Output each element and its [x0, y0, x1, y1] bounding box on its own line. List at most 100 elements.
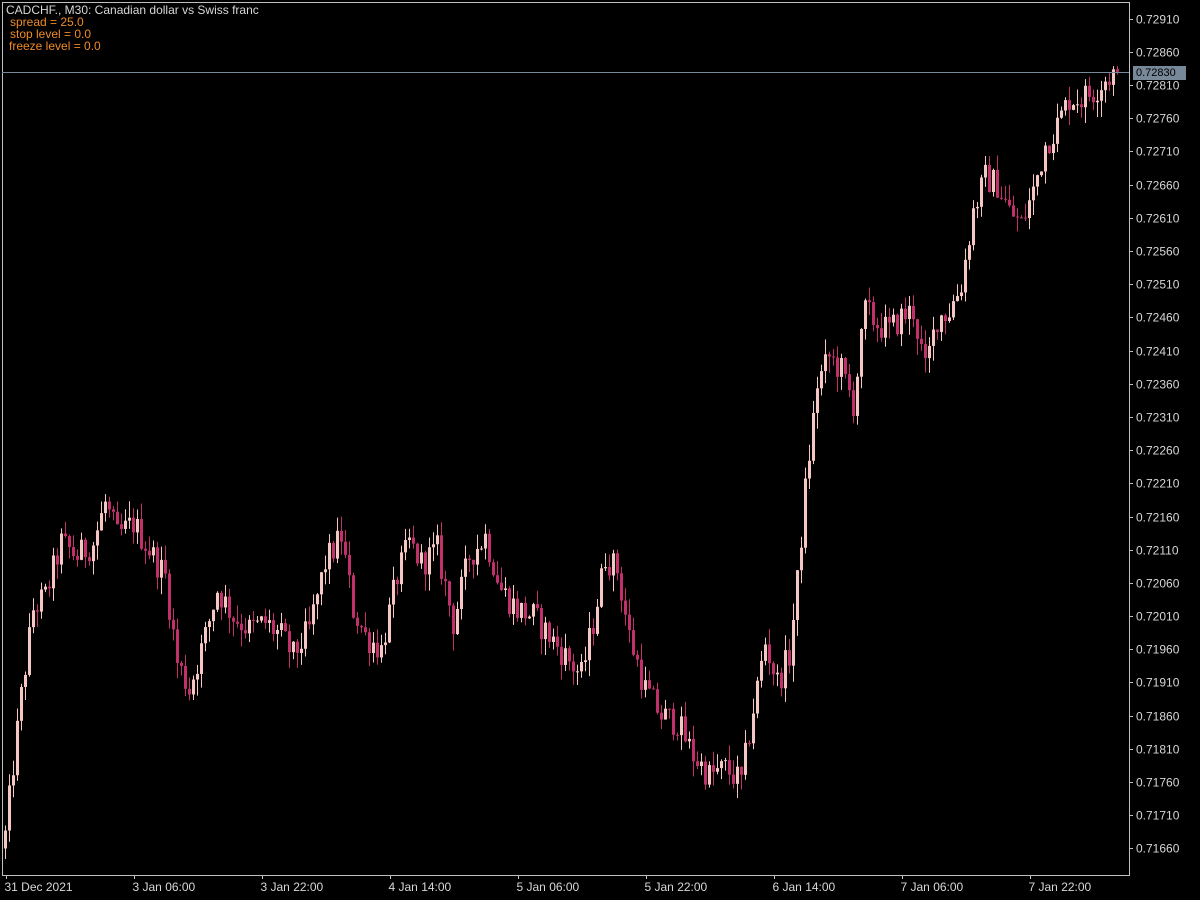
- candle-body: [320, 572, 323, 595]
- candle-body: [536, 604, 539, 609]
- candle-body: [1108, 81, 1111, 85]
- candle-body: [884, 316, 887, 338]
- price-chart[interactable]: 0.72910 0.72860 0.72810 0.72760 0.72710 0.726…: [0, 0, 1200, 900]
- candle-body: [200, 643, 203, 674]
- candle-body: [68, 536, 71, 548]
- candle-body: [772, 663, 775, 675]
- candle-body: [512, 598, 515, 615]
- candle-body: [824, 354, 827, 372]
- y-tick-label: 0.72160: [1136, 511, 1180, 525]
- candle-body: [788, 650, 791, 666]
- candle-body: [180, 662, 183, 666]
- candle-body: [392, 579, 395, 605]
- candle-body: [84, 539, 87, 558]
- candle-body: [636, 654, 639, 660]
- candle-body: [56, 555, 59, 565]
- candle-body: [1080, 104, 1083, 108]
- candle-body: [148, 550, 151, 556]
- candle-body: [44, 586, 47, 590]
- candle-body: [724, 760, 727, 762]
- candle-body: [740, 766, 743, 775]
- candle-body: [796, 570, 799, 620]
- chart-window[interactable]: 0.72910 0.72860 0.72810 0.72760 0.72710 0.726…: [0, 0, 1200, 900]
- candle-body: [900, 308, 903, 335]
- candle-body: [1044, 145, 1047, 172]
- candle-body: [260, 616, 263, 621]
- candle-body: [844, 358, 847, 375]
- candle-body: [208, 621, 211, 628]
- candle-body: [156, 547, 159, 578]
- candle-body: [436, 535, 439, 545]
- candle-body: [980, 177, 983, 207]
- y-tick-label: 0.71960: [1136, 643, 1180, 657]
- candle-body: [720, 761, 723, 769]
- y-tick-label: 0.72310: [1136, 411, 1180, 425]
- freeze-level-info: freeze level = 0.0: [9, 39, 101, 53]
- candle-body: [328, 542, 331, 570]
- candle-body: [760, 660, 763, 681]
- candle-body: [560, 646, 563, 665]
- candle-body: [736, 766, 739, 784]
- candle-body: [40, 589, 43, 612]
- candle-body: [196, 673, 199, 680]
- y-tick-label: 0.71710: [1136, 809, 1180, 823]
- candle-body: [372, 642, 375, 654]
- candle-body: [640, 659, 643, 690]
- candle-body: [668, 708, 671, 710]
- candle-body: [24, 674, 27, 687]
- candle-body: [428, 547, 431, 575]
- candle-body: [584, 660, 587, 663]
- current-price-label: 0.72830: [1133, 65, 1186, 80]
- candle-body: [932, 329, 935, 346]
- candle-body: [944, 315, 947, 321]
- candle-body: [36, 610, 39, 612]
- candle-body: [916, 319, 919, 339]
- candle-body: [524, 602, 527, 619]
- candle-body: [96, 530, 99, 546]
- candle-body: [368, 632, 371, 654]
- candle-body: [248, 619, 251, 634]
- y-tick-label: 0.72360: [1136, 378, 1180, 392]
- candle-body: [748, 742, 751, 744]
- candle-body: [648, 680, 651, 689]
- candle-body: [672, 708, 675, 735]
- candle-body: [968, 245, 971, 260]
- y-tick-label: 0.72860: [1136, 46, 1180, 60]
- candle-body: [764, 644, 767, 661]
- candle-body: [440, 535, 443, 579]
- candle-body: [380, 645, 383, 658]
- candle-body: [988, 164, 991, 192]
- candle-body: [996, 169, 999, 198]
- candle-body: [252, 619, 255, 621]
- candle-body: [404, 540, 407, 553]
- candle-body: [376, 642, 379, 658]
- candle-body: [616, 553, 619, 574]
- candle-body: [1100, 90, 1103, 101]
- candle-body: [596, 606, 599, 634]
- candle-body: [528, 616, 531, 619]
- candle-body: [388, 604, 391, 643]
- candle-body: [800, 547, 803, 571]
- candle-body: [136, 518, 139, 533]
- candle-body: [756, 680, 759, 714]
- candle-body: [1064, 100, 1067, 111]
- y-tick-label: 0.72710: [1136, 145, 1180, 159]
- candle-body: [120, 524, 123, 529]
- candle-body: [1096, 100, 1099, 103]
- candle-body: [468, 558, 471, 560]
- x-tick-label: 4 Jan 14:00: [389, 880, 452, 894]
- candle-body: [700, 761, 703, 767]
- candle-body: [92, 545, 95, 562]
- candle-body: [972, 208, 975, 246]
- candle-body: [340, 530, 343, 542]
- candle-body: [688, 738, 691, 742]
- candle-body: [936, 329, 939, 332]
- candle-body: [960, 292, 963, 297]
- candle-body: [176, 629, 179, 663]
- candle-body: [324, 569, 327, 573]
- candle-body: [52, 555, 55, 589]
- candle-body: [880, 328, 883, 338]
- candle-body: [628, 614, 631, 631]
- candle-body: [452, 605, 455, 635]
- y-tick-label: 0.72010: [1136, 610, 1180, 624]
